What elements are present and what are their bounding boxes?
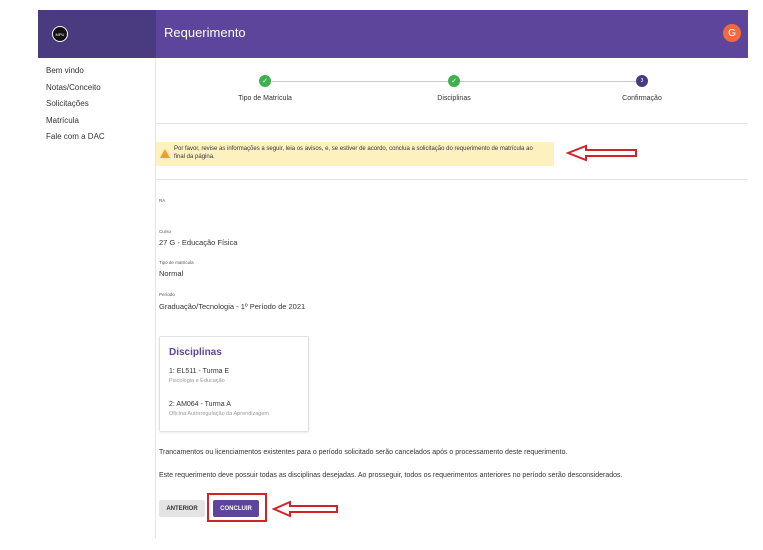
curso-value: 27 G - Educação Física: [159, 238, 238, 247]
step-connector: [272, 81, 448, 82]
periodo-value: Graduação/Tecnologia - 1º Período de 202…: [159, 302, 306, 311]
disciplina-item-title: 2: AM064 - Turma A: [169, 401, 231, 408]
avatar[interactable]: G: [723, 24, 741, 42]
disciplinas-card: Disciplinas 1: EL511 - Turma E Psicologi…: [159, 336, 309, 432]
previous-button[interactable]: ANTERIOR: [159, 500, 205, 517]
annotation-arrow-icon: [272, 500, 338, 518]
disciplina-item-subtitle: Psicologia e Educação: [169, 378, 225, 384]
disciplinas-title: Disciplinas: [169, 347, 222, 358]
disciplina-item-subtitle: Oficina Autorregulação da Aprendizagem: [169, 411, 269, 417]
annotation-arrow-icon: [566, 144, 637, 162]
disciplina-item-title: 1: EL511 - Turma E: [169, 368, 230, 375]
step-1-check-icon: ✓: [259, 75, 271, 87]
step-3-number: 3: [636, 75, 648, 87]
logo: MPU: [52, 26, 68, 42]
step-2-label: Disciplinas: [437, 95, 471, 102]
step-3-label: Confirmação: [622, 95, 662, 102]
stepper: ✓ Tipo de Matrícula ✓ Disciplinas 3 Conf…: [156, 62, 748, 122]
trancamentos-notice: Trancamentos ou licenciamentos existente…: [159, 449, 568, 456]
sidebar-item-notas-conceito[interactable]: Notas/Conceito: [38, 80, 155, 97]
sidebar-item-bem-vindo[interactable]: Bem vindo: [38, 63, 155, 80]
tipo-matricula-value: Normal: [159, 269, 184, 278]
curso-label: Curso: [159, 229, 172, 234]
step-connector: [460, 81, 636, 82]
warning-alert: Por favor, revise as informações a segui…: [156, 142, 554, 166]
requerimento-notice: Este requerimento deve possuir todas as …: [159, 472, 623, 479]
logo-text: MPU: [55, 31, 65, 37]
periodo-label: Período: [159, 292, 175, 297]
tipo-matricula-label: Tipo de matrícula: [159, 260, 194, 265]
step-2-check-icon: ✓: [448, 75, 460, 87]
sidebar-item-matricula[interactable]: Matrícula: [38, 113, 155, 130]
step-1-label: Tipo de Matrícula: [238, 95, 292, 102]
divider: [156, 123, 748, 124]
sidebar-item-solicitacoes[interactable]: Solicitações: [38, 96, 155, 113]
conclude-button[interactable]: CONCLUIR: [213, 500, 259, 517]
ra-label: RA: [159, 198, 166, 203]
alert-text: Por favor, revise as informações a segui…: [174, 146, 533, 160]
warning-icon: [160, 149, 170, 158]
top-bar: Requerimento G: [156, 10, 748, 58]
sidebar: Bem vindo Notas/Conceito Solicitações Ma…: [38, 58, 156, 538]
divider: [156, 179, 748, 180]
sidebar-nav: Bem vindo Notas/Conceito Solicitações Ma…: [38, 63, 155, 146]
page-title: Requerimento: [164, 25, 246, 40]
sidebar-item-fale-com-dac[interactable]: Fale com a DAC: [38, 129, 155, 146]
